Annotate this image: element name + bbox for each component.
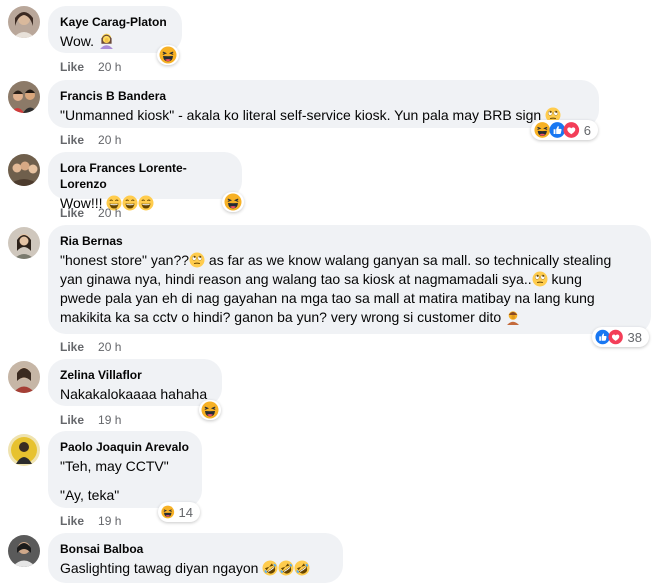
reaction-summary[interactable]: 14 (158, 502, 200, 522)
rofl-emoji-icon (294, 560, 311, 576)
person-facepalming-icon (507, 311, 520, 325)
reaction-count: 14 (178, 504, 193, 520)
timestamp[interactable]: 19 h (98, 413, 121, 427)
comment-meta: Like 20 h (60, 206, 121, 220)
like-link[interactable]: Like (60, 340, 84, 354)
rofl-emoji-icon (262, 560, 279, 576)
comment-author[interactable]: Francis B Bandera (60, 88, 587, 104)
eye-roll-emoji-icon (531, 271, 548, 287)
avatar[interactable] (8, 154, 40, 186)
timestamp[interactable]: 20 h (98, 133, 121, 147)
comment-author[interactable]: Zelina Villaflor (60, 367, 210, 383)
reaction-summary[interactable]: 38 (592, 327, 649, 347)
timestamp[interactable]: 20 h (98, 60, 121, 74)
love-reaction-icon (608, 329, 624, 345)
like-link[interactable]: Like (60, 206, 84, 220)
comment-meta: Like 19 h (60, 514, 121, 528)
comment-bubble: Lora Frances Lorente-Lorenzo Wow!!! (48, 152, 242, 211)
reaction-count: 38 (627, 329, 642, 345)
comment-text: Nakakalokaaaa hahaha (60, 386, 208, 402)
comment-meta: Like 20 h (60, 60, 121, 74)
rofl-emoji-icon (278, 560, 295, 576)
avatar[interactable] (8, 81, 40, 113)
comment-bubble: Ria Bernas "honest store" yan?? as far a… (48, 225, 651, 334)
comment-author[interactable]: Paolo Joaquin Arevalo (60, 439, 190, 455)
comment-bubble: Bonsai Balboa Gaslighting tawag diyan ng… (48, 533, 343, 583)
comment-text: Gaslighting tawag diyan ngayon (60, 559, 331, 578)
comment-meta: Like 19 h (60, 413, 121, 427)
eye-roll-emoji-icon (189, 252, 206, 268)
comment-meta: Like 20 h (60, 340, 121, 354)
haha-reaction-icon (159, 46, 177, 64)
reaction-summary[interactable]: 6 (531, 120, 598, 140)
haha-reaction-icon (201, 401, 219, 419)
like-link[interactable]: Like (60, 133, 84, 147)
love-reaction-icon (563, 122, 580, 138)
like-link[interactable]: Like (60, 60, 84, 74)
comment-meta: Like 20 h (60, 133, 121, 147)
like-link[interactable]: Like (60, 413, 84, 427)
comment-bubble: Francis B Bandera "Unmanned kiosk" - aka… (48, 80, 599, 128)
timestamp[interactable]: 20 h (98, 206, 121, 220)
timestamp[interactable]: 20 h (98, 340, 121, 354)
haha-reaction-icon (224, 193, 242, 211)
comment-bubble: Paolo Joaquin Arevalo "Teh, may CCTV" "A… (48, 431, 202, 508)
laughing-emoji-icon (138, 195, 155, 211)
avatar[interactable] (8, 535, 40, 567)
comment-text: "Unmanned kiosk" - akala ko literal self… (60, 106, 587, 125)
reaction-summary[interactable] (199, 400, 221, 420)
comment-bubble: Zelina Villaflor Nakakalokaaaa hahaha (48, 359, 222, 406)
timestamp[interactable]: 19 h (98, 514, 121, 528)
avatar[interactable] (8, 361, 40, 393)
comment-text: Wow. (60, 32, 170, 51)
comment-author[interactable]: Kaye Carag-Platon (60, 14, 170, 30)
like-link[interactable]: Like (60, 514, 84, 528)
reaction-summary[interactable] (157, 45, 179, 65)
haha-reaction-icon (161, 505, 175, 519)
avatar[interactable] (8, 434, 40, 466)
reaction-summary[interactable] (222, 192, 244, 212)
comment-text: "honest store" yan?? as far as we know w… (60, 252, 612, 325)
comment-author[interactable]: Lora Frances Lorente-Lorenzo (60, 160, 230, 192)
comment-author[interactable]: Ria Bernas (60, 233, 639, 249)
comment-author[interactable]: Bonsai Balboa (60, 541, 331, 557)
reaction-count: 6 (583, 122, 592, 138)
woman-facepalming-icon (100, 33, 113, 49)
comment-text: "Teh, may CCTV" "Ay, teka" (60, 458, 169, 503)
laughing-emoji-icon (122, 195, 139, 211)
avatar[interactable] (8, 227, 40, 259)
avatar[interactable] (8, 6, 40, 38)
